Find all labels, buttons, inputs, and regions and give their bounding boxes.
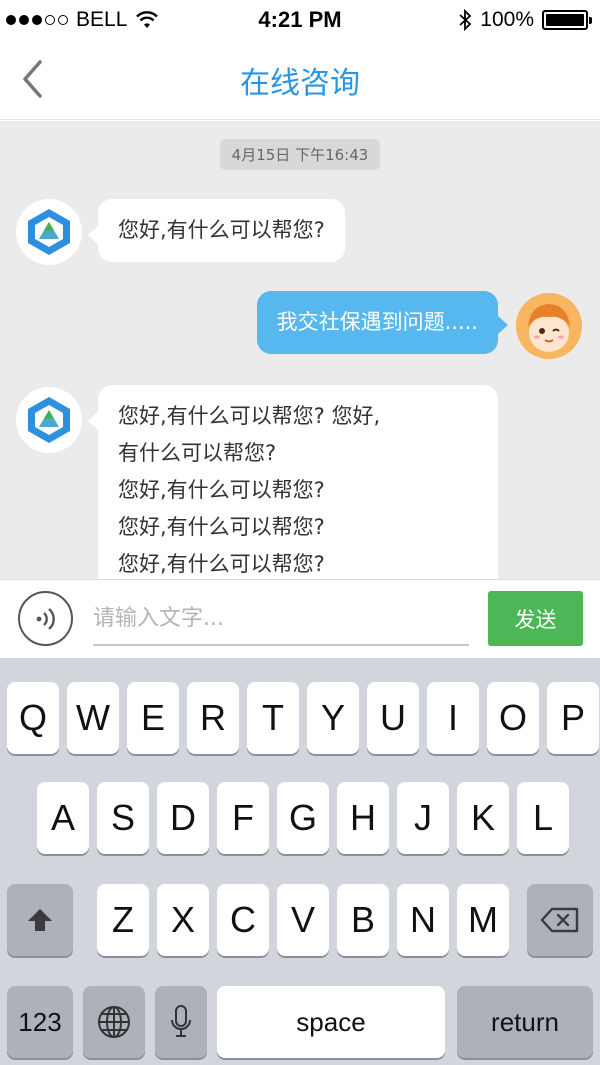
key-o[interactable]: O	[487, 682, 539, 754]
back-button[interactable]	[12, 54, 52, 104]
shift-key[interactable]	[7, 884, 73, 956]
message-bubble: 您好,有什么可以帮您?	[88, 199, 345, 262]
microphone-key[interactable]	[155, 986, 207, 1058]
carrier-name: BELL	[76, 8, 128, 31]
key-d[interactable]: D	[157, 782, 209, 854]
battery-icon	[542, 10, 592, 30]
voice-icon	[36, 607, 55, 630]
input-bar: 发送	[0, 579, 600, 658]
key-l[interactable]: L	[517, 782, 569, 854]
key-s[interactable]: S	[97, 782, 149, 854]
key-f[interactable]: F	[217, 782, 269, 854]
space-key[interactable]: space	[217, 986, 445, 1058]
message-line: 您好,有什么可以帮您?	[118, 478, 325, 502]
status-left: BELL	[6, 8, 159, 32]
bluetooth-icon	[459, 9, 472, 31]
user-avatar-icon	[516, 293, 582, 359]
message-bubble: 您好,有什么可以帮您? 您好, 有什么可以帮您? 您好,有什么可以帮您? 您好,…	[88, 385, 498, 579]
key-x[interactable]: X	[157, 884, 209, 956]
message-line: 您好,有什么可以帮您?	[118, 552, 325, 576]
key-t[interactable]: T	[247, 682, 299, 754]
key-m[interactable]: M	[457, 884, 509, 956]
logo-icon	[28, 209, 70, 255]
backspace-icon	[540, 907, 579, 933]
agent-avatar[interactable]	[16, 387, 82, 453]
key-q[interactable]: Q	[7, 682, 59, 754]
key-b[interactable]: B	[337, 884, 389, 956]
message-line: 有什么可以帮您?	[118, 441, 277, 465]
user-avatar[interactable]	[516, 293, 582, 359]
message-line: 您好,有什么可以帮您?	[118, 218, 325, 242]
battery-fill	[546, 14, 584, 26]
key-g[interactable]: G	[277, 782, 329, 854]
signal-strength-icon	[6, 15, 68, 25]
key-i[interactable]: I	[427, 682, 479, 754]
send-button[interactable]: 发送	[488, 591, 583, 646]
page-title: 在线咨询	[240, 66, 360, 101]
logo-icon	[28, 397, 70, 443]
key-h[interactable]: H	[337, 782, 389, 854]
status-right: 100%	[458, 8, 592, 32]
numbers-key[interactable]: 123	[7, 986, 73, 1058]
message-bubble: 我交社保遇到问题.....	[256, 291, 509, 354]
message-line: 您好,有什么可以帮您?	[118, 515, 325, 539]
chevron-left-icon	[23, 60, 42, 98]
message-line: 您好,有什么可以帮您? 您好,	[118, 404, 381, 428]
microphone-icon	[171, 1005, 191, 1037]
keyboard: Q W E R T Y U I O P A S D F G H J K L Z …	[0, 658, 600, 1065]
status-bar: BELL 4:21 PM 100%	[0, 0, 600, 40]
shift-icon	[28, 909, 52, 931]
key-j[interactable]: J	[397, 782, 449, 854]
backspace-key[interactable]	[527, 884, 593, 956]
key-z[interactable]: Z	[97, 884, 149, 956]
message-timestamp: 4月15日 下午16:43	[219, 139, 381, 170]
key-y[interactable]: Y	[307, 682, 359, 754]
key-u[interactable]: U	[367, 682, 419, 754]
chat-area[interactable]: 4月15日 下午16:43 您好,有什么可以帮您? 我交社保遇到问题.....	[0, 121, 600, 579]
key-v[interactable]: V	[277, 884, 329, 956]
globe-key[interactable]	[83, 986, 145, 1058]
message-input[interactable]	[93, 592, 469, 646]
key-r[interactable]: R	[187, 682, 239, 754]
key-w[interactable]: W	[67, 682, 119, 754]
key-c[interactable]: C	[217, 884, 269, 956]
key-a[interactable]: A	[37, 782, 89, 854]
timestamp-row: 4月15日 下午16:43	[0, 139, 600, 170]
return-key[interactable]: return	[457, 986, 593, 1058]
wifi-icon	[136, 11, 159, 28]
key-e[interactable]: E	[127, 682, 179, 754]
key-p[interactable]: P	[547, 682, 599, 754]
key-n[interactable]: N	[397, 884, 449, 956]
voice-button[interactable]	[18, 591, 73, 646]
nav-bar: 在线咨询	[0, 40, 600, 120]
battery-percent: 100%	[480, 8, 534, 31]
agent-avatar[interactable]	[16, 199, 82, 265]
key-k[interactable]: K	[457, 782, 509, 854]
globe-icon	[98, 1006, 130, 1038]
message-line: 我交社保遇到问题.....	[276, 310, 478, 334]
